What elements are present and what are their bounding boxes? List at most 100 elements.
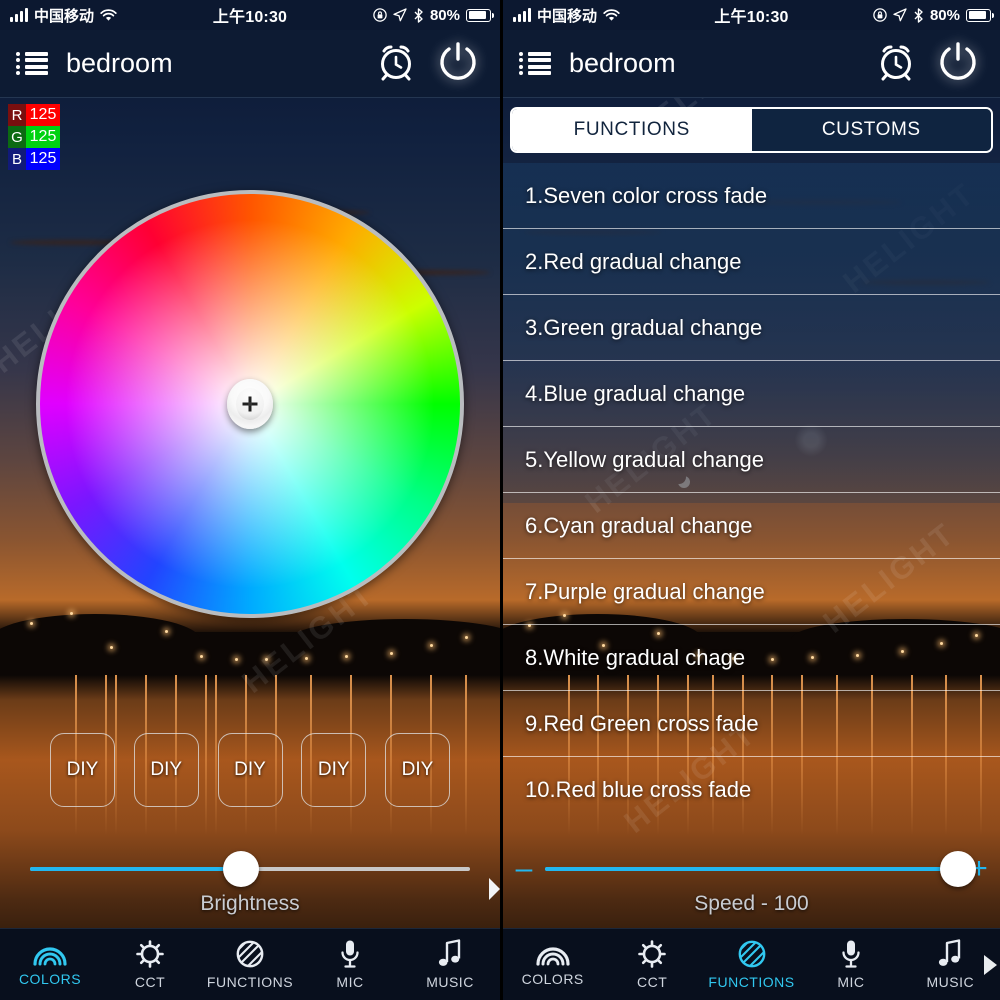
list-item[interactable]: 1.Seven color cross fade [503,163,1000,229]
list-item[interactable]: 7.Purple gradual change [503,559,1000,625]
tab-label-cct: CCT [134,974,166,990]
speed-slider-knob[interactable] [940,851,976,887]
speed-slider-zone: – + Speed - 100 [503,851,1000,928]
tab-label-functions: FUNCTIONS [206,974,294,990]
microphone-icon [842,940,860,968]
brightness-label: Brightness [200,892,300,915]
diy-button-2[interactable]: DIY [133,733,199,807]
striped-circle-icon [236,940,264,968]
brightness-slider[interactable] [30,851,470,887]
list-item[interactable]: 5.Yellow gradual change [503,427,1000,493]
tab-label-functions: FUNCTIONS [708,974,795,990]
cellular-signal-icon [10,7,28,22]
list-item[interactable]: 2.Red gradual change [503,229,1000,295]
colors-screen: HELIGHT HELIGHT 中国移动 上午10:30 [0,0,500,1000]
tab-label-colors: COLORS [521,971,584,987]
carrier-label: 中国移动 [537,7,598,25]
rgb-row-blue: B 125 [8,148,60,170]
music-note-icon [939,939,961,966]
tab-label-music: MUSIC [926,974,975,990]
list-item[interactable]: 4.Blue gradual change [503,361,1000,427]
bluetooth-icon [914,7,923,23]
carrier-label: 中国移动 [34,7,95,25]
chevron-right-icon[interactable] [984,954,997,975]
speed-label: Speed - 100 [694,892,809,915]
tab-label-music: MUSIC [426,974,474,990]
rainbow-icon [33,947,67,966]
power-button-icon[interactable] [934,37,982,90]
bottom-tab-bar: COLORS CCT FUNCTIONS MIC MUSIC [0,928,500,1000]
list-item[interactable]: 9.Red Green cross fade [503,691,1000,757]
speed-slider-fill [545,867,958,871]
segment-customs[interactable]: CUSTOMS [751,109,991,151]
list-item[interactable]: 3.Green gradual change [503,295,1000,361]
alarm-clock-icon[interactable] [374,39,418,88]
tab-mic[interactable]: MIC [801,939,900,990]
list-item[interactable]: 8.White gradual chage [503,625,1000,691]
tab-music[interactable]: MUSIC [400,939,500,990]
speed-slider[interactable] [545,851,976,887]
diy-button-5[interactable]: DIY [385,733,450,807]
tab-label-colors: COLORS [18,971,82,987]
panel-overflow-arrow-icon[interactable] [489,878,500,900]
rgb-readout: R 125 G 125 B 125 [8,104,60,170]
rotation-lock-icon [373,8,387,22]
brightness-slider-fill [30,867,242,871]
rainbow-icon [536,947,570,966]
segment-functions[interactable]: FUNCTIONS [512,109,752,151]
hamburger-list-icon[interactable] [519,51,551,76]
diy-button-row: DIY DIY DIY DIY DIY [0,733,500,807]
hamburger-list-icon[interactable] [16,51,48,76]
app-header: bedroom [503,30,1000,98]
tab-colors[interactable]: COLORS [503,942,602,987]
rgb-channel-label: G [8,126,26,148]
tab-colors[interactable]: COLORS [0,942,100,987]
brightness-slider-zone: Brightness [0,851,500,928]
brightness-slider-knob[interactable] [223,851,260,887]
wifi-icon [603,8,620,21]
speed-decrease-button[interactable]: – [513,854,535,884]
rgb-row-green: G 125 [8,126,60,148]
diy-button-1[interactable]: DIY [50,733,115,807]
battery-icon [966,8,994,22]
tab-label-cct: CCT [636,974,668,990]
rgb-channel-value: 125 [26,126,60,148]
tab-mic[interactable]: MIC [300,939,400,990]
page-title: bedroom [66,48,173,78]
microphone-icon [341,940,359,968]
tab-label-mic: MIC [336,974,364,990]
rgb-channel-label: R [8,104,26,126]
battery-icon [466,8,494,22]
location-arrow-icon [393,8,407,22]
wifi-icon [100,8,117,21]
tab-cct[interactable]: CCT [602,939,701,990]
functions-screen: HELIGHT HELIGHT HELIGHT HELIGHT HELIGHT … [500,0,1000,1000]
tab-functions[interactable]: FUNCTIONS [702,939,801,990]
alarm-clock-icon[interactable] [874,39,918,88]
function-list: 1.Seven color cross fade 2.Red gradual c… [503,163,1000,850]
status-bar: 中国移动 上午10:30 80% [0,0,500,30]
sun-gear-icon [638,940,666,968]
tab-cct[interactable]: CCT [100,939,200,990]
sun-gear-icon [136,940,164,968]
battery-percent-label: 80% [929,6,960,24]
diy-button-3[interactable]: DIY [217,733,283,807]
list-item[interactable]: 10.Red blue cross fade [503,757,1000,823]
hsv-color-wheel[interactable] [36,190,464,618]
segmented-control: FUNCTIONS CUSTOMS [510,107,993,153]
status-time: 上午10:30 [212,9,288,26]
power-button-icon[interactable] [434,37,482,90]
tab-label-mic: MIC [837,974,865,990]
rgb-channel-label: B [8,148,26,170]
cellular-signal-icon [513,7,531,22]
music-note-icon [438,939,461,966]
bottom-tab-bar: COLORS CCT FUNCTIONS MIC MUSIC [503,928,1000,1000]
tab-functions[interactable]: FUNCTIONS [200,939,300,990]
battery-percent-label: 80% [429,6,460,24]
diy-button-4[interactable]: DIY [301,733,367,807]
list-item[interactable]: 6.Cyan gradual change [503,493,1000,559]
color-wheel-selector[interactable] [227,379,273,429]
striped-circle-icon [738,940,765,968]
app-header: bedroom [0,30,500,98]
location-arrow-icon [893,8,907,22]
